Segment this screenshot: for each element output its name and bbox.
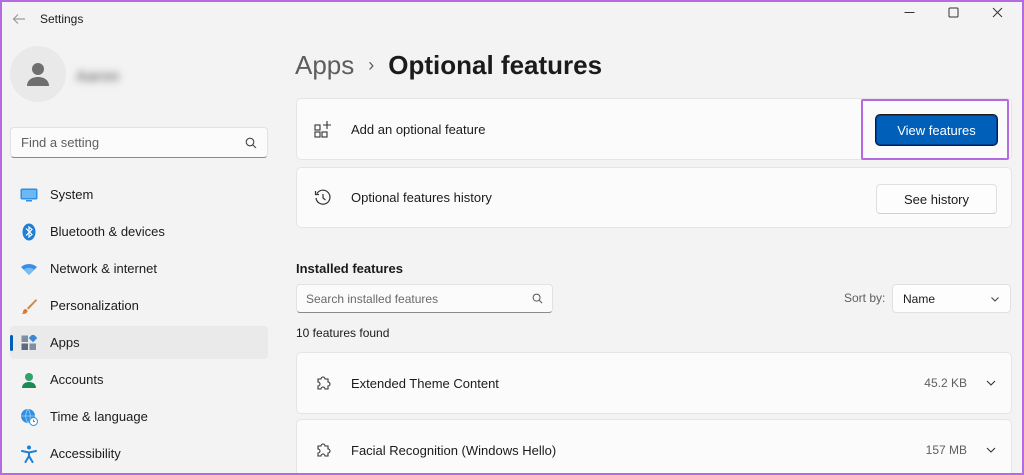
- sidebar-item-label: Apps: [50, 335, 80, 350]
- back-button[interactable]: [8, 8, 30, 30]
- page-title: Optional features: [388, 50, 603, 80]
- person-icon: [20, 371, 38, 389]
- installed-search-box[interactable]: [296, 284, 553, 313]
- settings-window: Settings Aaron System: [0, 0, 1024, 475]
- maximize-icon: [948, 7, 958, 17]
- chevron-down-icon[interactable]: [985, 444, 997, 456]
- feature-name: Extended Theme Content: [351, 375, 499, 391]
- history-label: Optional features history: [351, 190, 492, 205]
- apps-icon: [20, 334, 38, 352]
- bluetooth-icon: [20, 223, 38, 241]
- feature-meta: 45.2 KB: [924, 376, 997, 390]
- feature-name: Facial Recognition (Windows Hello): [351, 442, 557, 458]
- history-card: Optional features history See history: [296, 167, 1012, 228]
- installed-features-heading: Installed features: [296, 261, 403, 276]
- sidebar-item-system[interactable]: System: [10, 178, 268, 211]
- settings-search-input[interactable]: [21, 135, 245, 150]
- sidebar-nav: System Bluetooth & devices Network & int…: [10, 178, 268, 473]
- sidebar-item-personalization[interactable]: Personalization: [10, 289, 268, 322]
- settings-search-box[interactable]: [10, 127, 268, 158]
- sidebar-item-accessibility[interactable]: Accessibility: [10, 437, 268, 470]
- feature-count: 10 features found: [296, 326, 390, 340]
- sidebar-item-label: Bluetooth & devices: [50, 224, 165, 239]
- add-grid-icon: [313, 119, 333, 139]
- sidebar-item-accounts[interactable]: Accounts: [10, 363, 268, 396]
- sort-label: Sort by:: [844, 291, 886, 305]
- chevron-down-icon: [991, 296, 999, 302]
- sidebar-item-label: System: [50, 187, 94, 202]
- close-button[interactable]: [978, 2, 1016, 22]
- close-icon: [992, 7, 1002, 17]
- user-avatar-icon: [27, 63, 49, 86]
- sidebar-item-label: Personalization: [50, 298, 139, 313]
- breadcrumb-separator: ›: [368, 55, 375, 75]
- sidebar-item-apps[interactable]: Apps: [10, 326, 268, 359]
- accessibility-icon: [20, 445, 38, 463]
- feature-row[interactable]: Facial Recognition (Windows Hello) 157 M…: [296, 419, 1012, 473]
- monitor-icon: [20, 186, 38, 204]
- title-bar: Settings: [2, 2, 1022, 36]
- brush-icon: [20, 297, 38, 315]
- back-arrow-icon: [12, 14, 25, 24]
- sidebar-item-time-language[interactable]: Time & language: [10, 400, 268, 433]
- installed-search-input[interactable]: [306, 291, 532, 306]
- minimize-icon: [904, 11, 914, 13]
- chevron-down-icon[interactable]: [985, 377, 997, 389]
- user-name: Aaron: [76, 68, 120, 85]
- feature-size: 45.2 KB: [924, 376, 967, 390]
- see-history-button[interactable]: See history: [876, 184, 997, 214]
- minimize-button[interactable]: [890, 2, 928, 22]
- wifi-icon: [20, 260, 38, 278]
- breadcrumb: Apps › Optional features: [295, 50, 602, 81]
- sidebar-item-network[interactable]: Network & internet: [10, 252, 268, 285]
- sidebar-item-label: Accounts: [50, 372, 104, 387]
- feature-row[interactable]: Extended Theme Content 45.2 KB: [296, 352, 1012, 414]
- puzzle-icon: [313, 373, 333, 393]
- sort-value: Name: [903, 291, 936, 306]
- app-title: Settings: [40, 12, 84, 26]
- sidebar-item-label: Time & language: [50, 409, 148, 424]
- avatar: [10, 46, 66, 102]
- history-icon: [313, 188, 333, 208]
- globe-clock-icon: [20, 408, 38, 426]
- feature-meta: 157 MB: [926, 443, 997, 457]
- puzzle-icon: [313, 440, 333, 460]
- add-feature-label: Add an optional feature: [351, 121, 486, 137]
- sidebar-item-label: Accessibility: [50, 446, 121, 461]
- sidebar-item-label: Network & internet: [50, 261, 157, 276]
- sidebar-item-bluetooth[interactable]: Bluetooth & devices: [10, 215, 268, 248]
- search-icon: [245, 137, 257, 148]
- breadcrumb-parent[interactable]: Apps: [295, 50, 354, 81]
- search-icon: [532, 293, 543, 304]
- add-feature-card: Add an optional feature View features: [296, 98, 1012, 160]
- maximize-button[interactable]: [934, 2, 972, 22]
- sort-dropdown[interactable]: Name: [892, 284, 1011, 313]
- feature-size: 157 MB: [925, 443, 967, 457]
- view-features-button[interactable]: View features: [876, 115, 997, 145]
